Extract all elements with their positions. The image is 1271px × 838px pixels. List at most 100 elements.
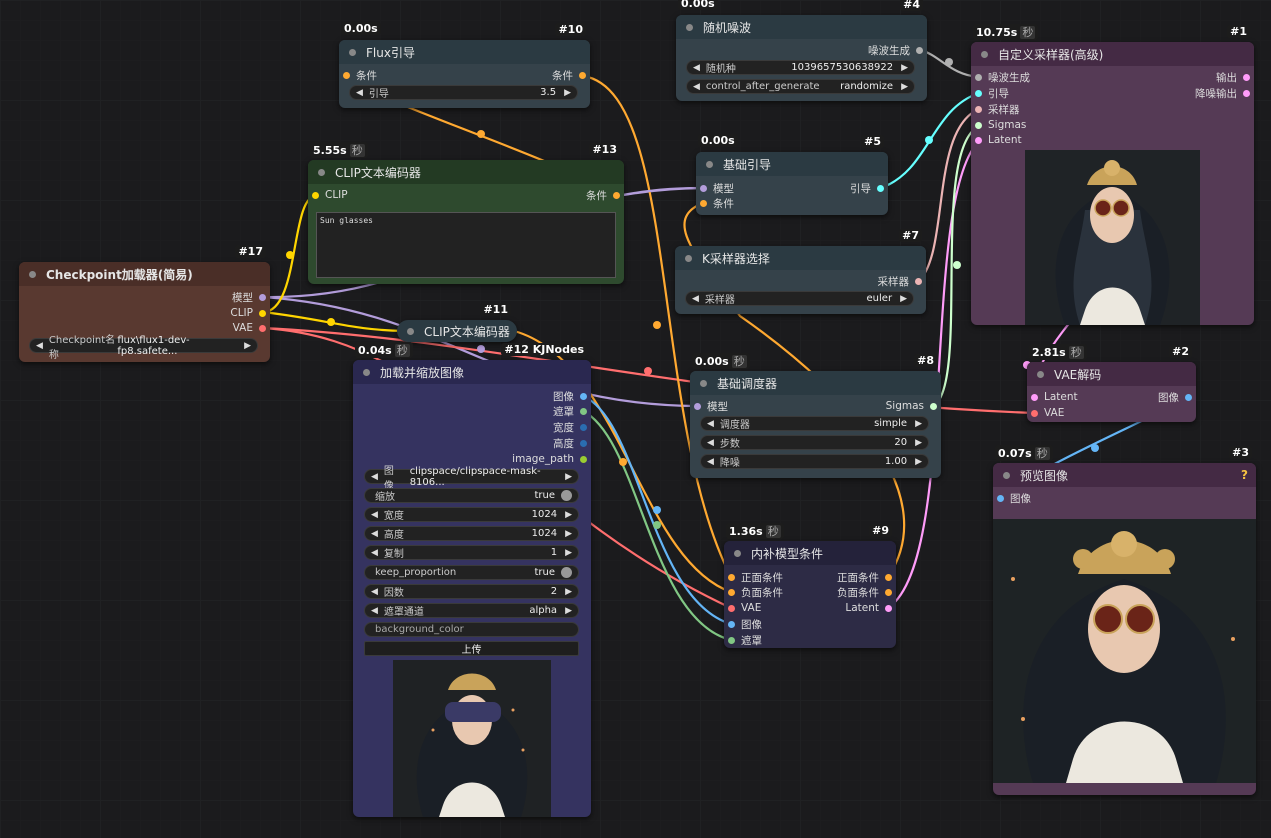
scale-toggle[interactable]: 缩放 true [364, 488, 579, 503]
output-label: 条件 [552, 69, 573, 82]
node-basic-scheduler[interactable]: 0.00s 秒 #8 基础调度器 模型 Sigmas ◀ 调度器 simple ▶ ◀ 步… [690, 353, 941, 478]
node-time: 2.81s 秒 [1029, 344, 1087, 360]
control-after-generate-widget[interactable]: ◀ control_after_generate randomize ▶ [686, 79, 915, 94]
seed-widget[interactable]: ◀ 随机种 1039657530638922 ▶ [686, 60, 915, 75]
input-label: 条件 [356, 69, 377, 82]
input-pin[interactable] [975, 121, 982, 129]
output-pin[interactable] [613, 191, 620, 199]
node-flux-guidance[interactable]: 0.00s #10 Flux引导 条件 条件 ◀ 引导 3.5 ▶ [339, 22, 590, 108]
mask-channel-widget[interactable]: ◀ 遮罩通道 alpha ▶ [364, 603, 579, 618]
collapse-dot[interactable] [706, 160, 713, 168]
input-pin[interactable] [997, 494, 1004, 502]
output-label: 遮罩 [553, 405, 574, 418]
output-pin[interactable] [1243, 73, 1250, 81]
output-pin[interactable] [885, 573, 892, 581]
denoise-widget[interactable]: ◀ 降噪 1.00 ▶ [700, 454, 929, 469]
input-pin[interactable] [312, 191, 319, 199]
output-pin[interactable] [580, 392, 587, 400]
node-ksampler-select[interactable]: #7 K采样器选择 采样器 ◀ 采样器 euler ▶ [675, 229, 926, 314]
divisor-widget[interactable]: ◀ 因数 2 ▶ [364, 584, 579, 599]
input-label: 正面条件 [741, 571, 783, 584]
collapse-dot[interactable] [685, 254, 692, 262]
input-pin[interactable] [728, 620, 735, 628]
output-pin[interactable] [580, 407, 587, 415]
output-pin[interactable] [580, 423, 587, 431]
height-widget[interactable]: ◀ 高度 1024 ▶ [364, 526, 579, 541]
copy-widget[interactable]: ◀ 复制 1 ▶ [364, 545, 579, 560]
node-clip-text-encode-11[interactable]: #11 CLIP文本编码器 [397, 303, 517, 342]
image-combo-widget[interactable]: ◀ 图像 clipspace/clipspace-mask-8106... ▶ [364, 466, 579, 492]
toggle-knob [561, 567, 572, 578]
collapse-dot[interactable] [734, 549, 741, 557]
output-label: 图像 [1158, 391, 1179, 404]
node-time: 0.07s 秒 [995, 445, 1053, 461]
collapse-dot[interactable] [686, 23, 693, 31]
collapse-dot[interactable] [363, 368, 370, 376]
steps-widget[interactable]: ◀ 步数 20 ▶ [700, 435, 929, 450]
node-time: 0.00s [678, 0, 718, 10]
scheduler-widget[interactable]: ◀ 调度器 simple ▶ [700, 416, 929, 431]
input-pin[interactable] [700, 184, 707, 192]
collapse-dot[interactable] [1037, 370, 1044, 378]
output-pin[interactable] [915, 277, 922, 285]
input-pin[interactable] [728, 573, 735, 581]
node-id: #5 [861, 135, 884, 148]
output-pin[interactable] [1185, 393, 1192, 401]
upload-button[interactable]: 上传 [364, 641, 579, 656]
node-custom-sampler[interactable]: 10.75s 秒 #1 自定义采样器(高级) 噪波生成 引导 采样器 Sigmas… [971, 24, 1254, 325]
output-pin[interactable] [580, 439, 587, 447]
node-vae-decode[interactable]: 2.81s 秒 #2 VAE解码 Latent VAE 图像 [1027, 344, 1196, 422]
collapse-dot[interactable] [29, 270, 36, 278]
output-pin[interactable] [885, 604, 892, 612]
collapse-dot[interactable] [1003, 471, 1010, 479]
input-pin[interactable] [343, 71, 350, 79]
output-pin[interactable] [259, 293, 266, 301]
background-color-field[interactable]: background_color [364, 622, 579, 637]
output-pin[interactable] [916, 46, 923, 54]
input-pin[interactable] [975, 73, 982, 81]
output-pin[interactable] [885, 588, 892, 596]
input-label: 模型 [713, 182, 734, 195]
input-pin[interactable] [975, 105, 982, 113]
input-pin[interactable] [728, 636, 735, 644]
output-pin[interactable] [877, 184, 884, 192]
input-pin[interactable] [975, 89, 982, 97]
guidance-widget[interactable]: ◀ 引导 3.5 ▶ [349, 85, 578, 100]
keep-proportion-toggle[interactable]: keep_proportion true [364, 565, 579, 580]
checkpoint-name-widget[interactable]: ◀ Checkpoint名称 flux\flux1-dev-fp8.safete..… [29, 335, 258, 361]
width-widget[interactable]: ◀ 宽度 1024 ▶ [364, 507, 579, 522]
node-title: Checkpoint加载器(简易) [46, 267, 193, 282]
output-label: 噪波生成 [868, 44, 910, 57]
output-pin[interactable] [259, 324, 266, 332]
node-random-noise[interactable]: 0.00s #4 随机噪波 噪波生成 ◀ 随机种 1039657530638922 ▶… [676, 0, 927, 101]
output-pin[interactable] [579, 71, 586, 79]
input-pin[interactable] [694, 402, 701, 410]
input-pin[interactable] [1031, 409, 1038, 417]
prompt-textarea[interactable]: Sun glasses [316, 212, 616, 278]
node-inpaint-model-conditioning[interactable]: 1.36s 秒 #9 内补模型条件 正面条件 负面条件 VAE 图像 遮罩 正面条… [724, 523, 896, 648]
help-icon[interactable]: ? [1241, 468, 1248, 482]
node-time: 0.00s [341, 22, 381, 35]
node-load-resize-image[interactable]: 0.04s 秒 #12 KJNodes 加载并缩放图像 图像 遮罩 宽度 高度 i… [353, 342, 591, 817]
input-pin[interactable] [1031, 393, 1038, 401]
input-pin[interactable] [700, 199, 707, 207]
node-clip-text-encode-13[interactable]: 5.55s 秒 #13 CLIP文本编码器 CLIP 条件 Sun glasses [308, 142, 624, 284]
collapse-dot[interactable] [700, 379, 707, 387]
output-label: Sigmas [885, 400, 924, 412]
node-basic-guider[interactable]: 0.00s #5 基础引导 模型 条件 引导 [696, 134, 888, 215]
collapse-dot[interactable] [318, 168, 325, 176]
input-pin[interactable] [975, 136, 982, 144]
collapse-dot[interactable] [349, 48, 356, 56]
collapse-dot[interactable] [407, 327, 414, 335]
node-title: 随机噪波 [703, 20, 752, 35]
sampler-widget[interactable]: ◀ 采样器 euler ▶ [685, 291, 914, 306]
node-checkpoint-loader[interactable]: #17 Checkpoint加载器(简易) 模型 CLIP VAE ◀ Check… [19, 245, 270, 362]
node-preview-image[interactable]: 0.07s 秒 #3 预览图像? 图像 [993, 445, 1256, 795]
input-pin[interactable] [728, 588, 735, 596]
collapse-dot[interactable] [981, 50, 988, 58]
output-pin[interactable] [930, 402, 937, 410]
output-pin[interactable] [1243, 89, 1250, 97]
output-pin[interactable] [259, 309, 266, 317]
input-pin[interactable] [728, 604, 735, 612]
output-pin[interactable] [580, 455, 587, 463]
